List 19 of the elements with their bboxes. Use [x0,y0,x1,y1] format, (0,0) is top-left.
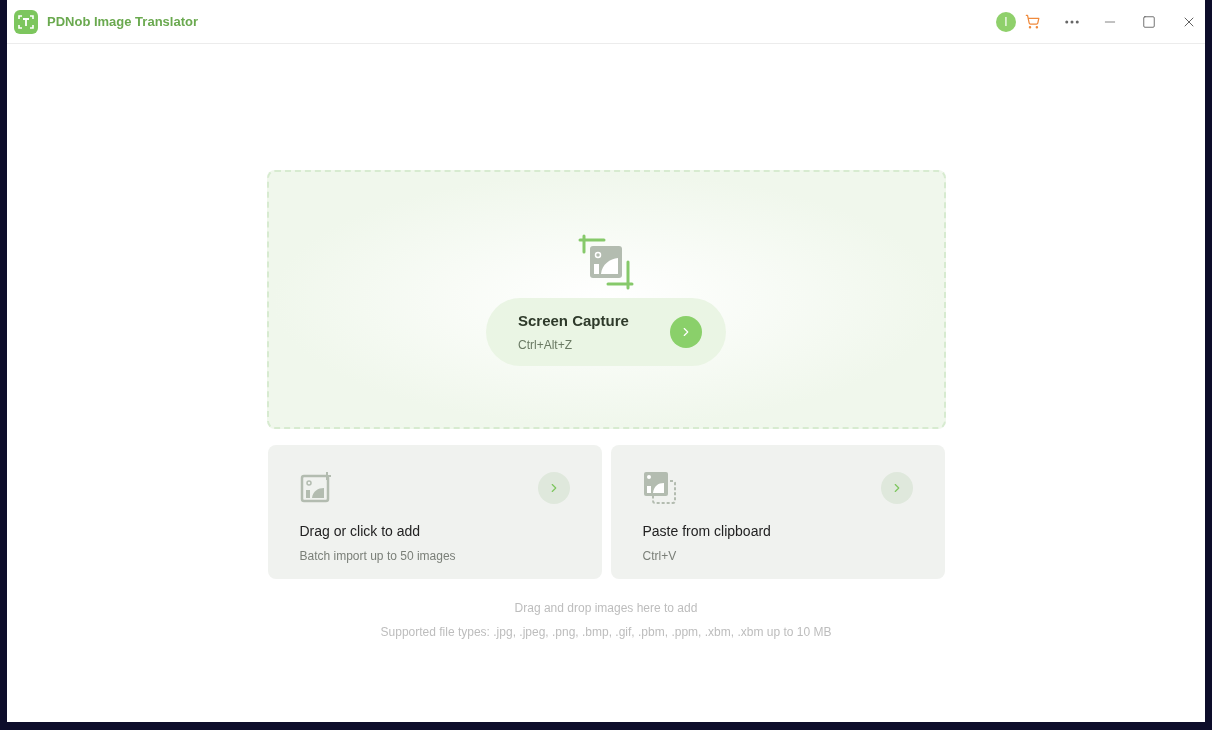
maximize-icon[interactable] [1142,14,1156,29]
window-title: PDNob Image Translator [47,12,198,31]
screen-capture-title: Screen Capture [518,310,629,331]
option-title: Drag or click to add [299,522,422,541]
option-title: Paste from clipboard [642,522,772,541]
capture-area[interactable]: Screen Capture Ctrl+Alt+Z [266,170,946,429]
app-logo-icon [14,9,38,34]
import-option-card[interactable]: Paste from clipboard Ctrl+V [610,445,945,579]
shortcut-text: Ctrl+Alt+Z [518,337,572,355]
hint-text: Drag and drop images here to add [514,600,698,617]
add-image-icon [299,471,332,503]
crop-image-icon [578,234,634,290]
import-option-card[interactable]: Drag or click to add Batch import up to 50 images [267,445,602,579]
hint-text: Supported file types: .jpg, .jpeg, .png, .bmp, .gif, .pbm, .ppm, .xbm, .xbm up to 10 MB [380,624,832,641]
option-subtitle: Batch import up to 50 images [299,548,457,565]
option-subtitle: Ctrl+V [642,548,678,565]
screen-capture-button[interactable]: Screen Capture Ctrl+Alt+Z [486,298,726,366]
paste-image-icon [642,471,677,505]
cart-icon[interactable] [1025,14,1040,29]
